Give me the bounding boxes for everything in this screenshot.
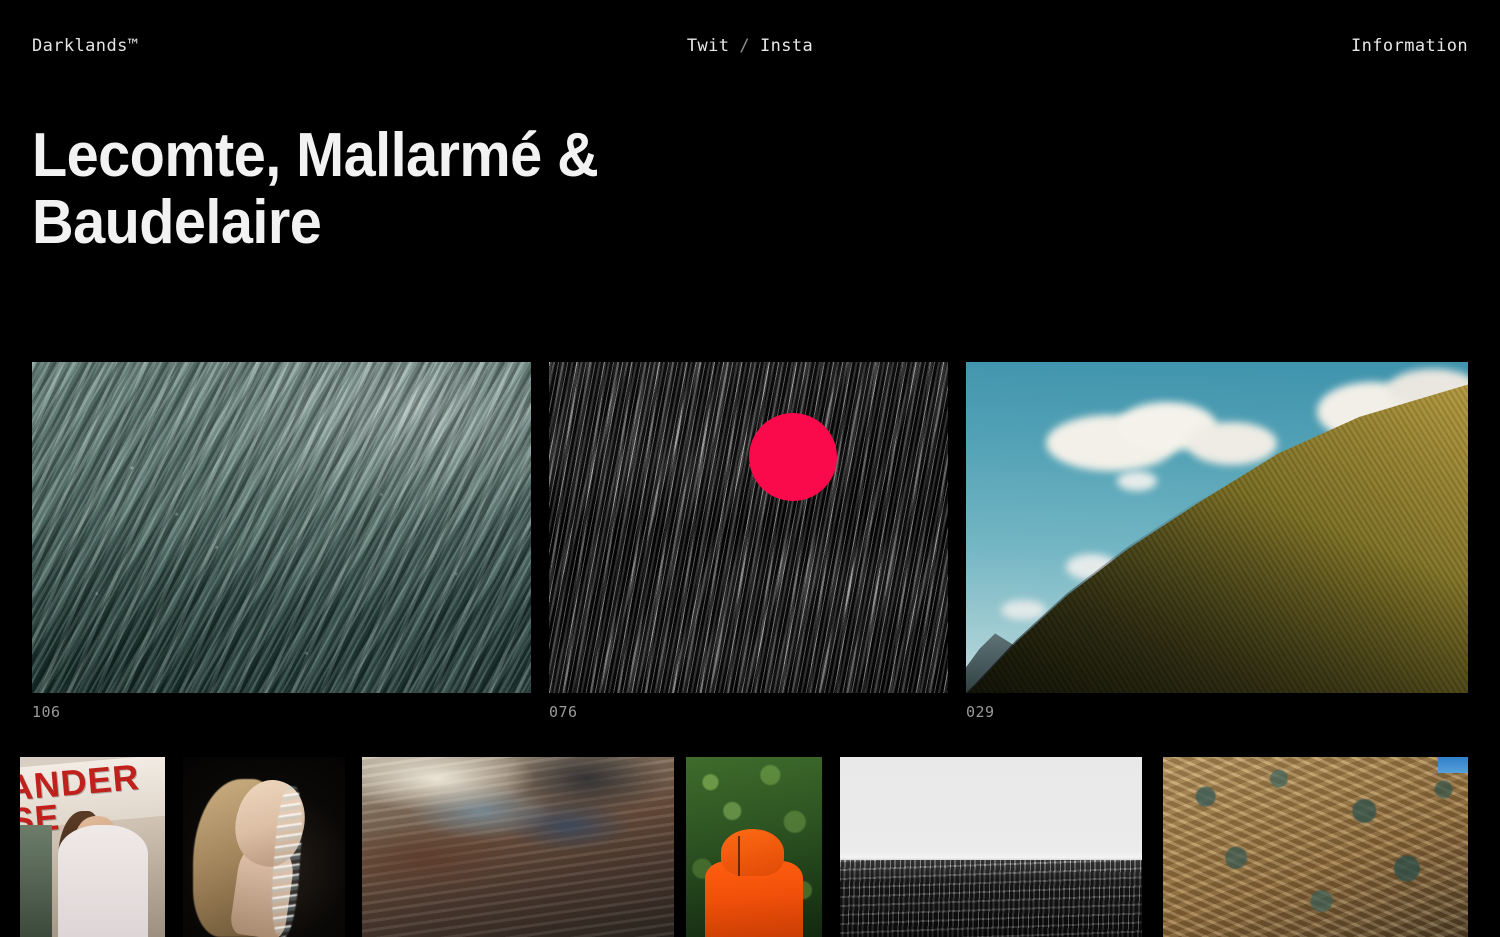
gallery-item-076[interactable] (549, 362, 948, 693)
caption-029: 029 (966, 703, 995, 721)
doorway-shape (20, 825, 52, 937)
cloud-shape (1186, 421, 1278, 465)
page-root: Darklands™ Twit / Insta Information Leco… (0, 0, 1500, 937)
photo-storefront-portrait: ANDER SE (20, 757, 165, 937)
photo-106 (32, 362, 531, 693)
photo-water-portrait (183, 757, 345, 937)
thumbnail-item-3[interactable] (362, 757, 674, 937)
featured-gallery-grid (32, 362, 1468, 693)
thumbnail-item-6[interactable] (1163, 757, 1468, 937)
site-logo[interactable]: Darklands™ (32, 36, 138, 56)
thumbnail-item-4[interactable] (686, 757, 822, 937)
figure-shape (57, 825, 148, 937)
thumbnail-item-1[interactable]: ANDER SE (20, 757, 165, 937)
sky-corner-shape (1437, 757, 1468, 774)
hood-shape (721, 829, 784, 876)
thumbnail-item-2[interactable] (183, 757, 345, 937)
caption-106: 106 (32, 703, 61, 721)
gallery-item-029[interactable] (966, 362, 1468, 693)
information-nav: Information (1351, 36, 1468, 56)
zipper-pull-shape (737, 836, 740, 876)
thumbnail-row: ANDER SE (0, 757, 1500, 937)
photo-rocky-terrain (1163, 757, 1468, 937)
hill-rim-light (966, 381, 1468, 693)
nav-link-information[interactable]: Information (1351, 36, 1468, 56)
nav-link-insta[interactable]: Insta (760, 36, 813, 56)
photo-geothermal-pool (362, 757, 674, 937)
site-header: Darklands™ Twit / Insta Information (0, 0, 1500, 92)
page-title: Lecomte, Mallarmé & Baudelaire (32, 121, 599, 257)
photo-bw-seascape (840, 757, 1142, 937)
sea-surface-shape (840, 859, 1142, 937)
cloud-shape (1001, 600, 1047, 621)
site-logo-label: Darklands™ (32, 36, 139, 56)
nav-link-twit[interactable]: Twit (687, 36, 730, 56)
caption-076: 076 (549, 703, 578, 721)
thumbnail-item-5[interactable] (840, 757, 1142, 937)
photo-076 (549, 362, 948, 693)
red-dot-overlay (749, 413, 838, 502)
photo-029 (966, 362, 1468, 693)
photo-orange-hood-foliage (686, 757, 822, 937)
cloud-shape (1116, 471, 1157, 492)
gallery-item-106[interactable] (32, 362, 531, 693)
social-nav: Twit / Insta (687, 36, 813, 56)
nav-separator: / (739, 36, 750, 56)
gallery-captions: 106 076 029 (32, 703, 1468, 733)
